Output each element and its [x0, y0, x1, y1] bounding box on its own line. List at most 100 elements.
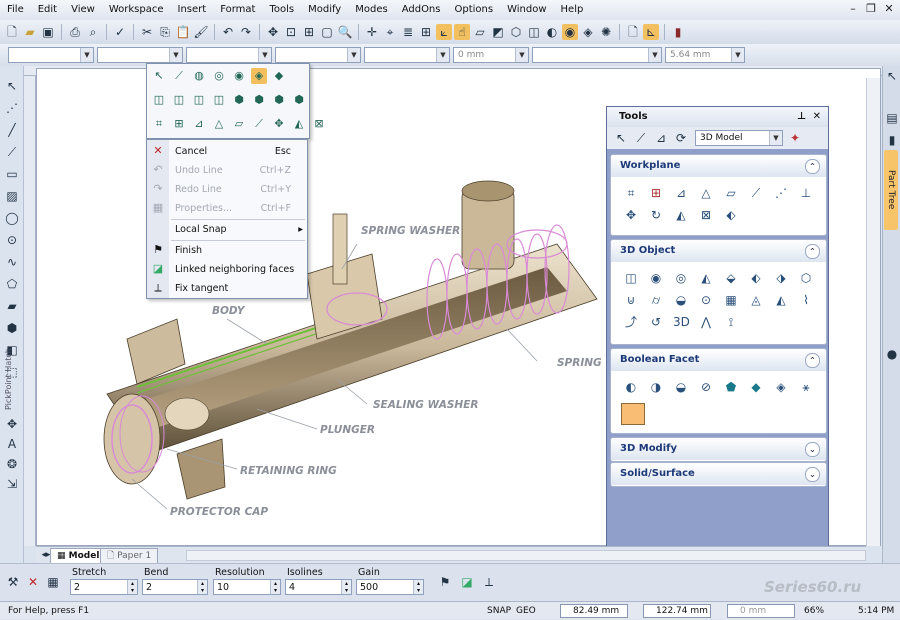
dimension-icon[interactable]: ⇲	[4, 476, 20, 492]
text3d-icon[interactable]: 3D	[673, 314, 690, 330]
new-file-icon[interactable]: 🗋	[4, 24, 20, 40]
menu-modify[interactable]: Modify	[301, 0, 348, 20]
collapse-icon[interactable]: ⌃	[805, 353, 820, 368]
menu-item-fix-tangent[interactable]: ⟂ Fix tangent	[147, 279, 309, 298]
menu-view[interactable]: View	[64, 0, 102, 20]
copy-icon[interactable]: ⎘	[157, 24, 173, 40]
minimize-icon[interactable]: –	[846, 2, 860, 16]
shading-icon[interactable]: ◐	[544, 24, 560, 40]
grid-icon[interactable]: ⊞	[418, 24, 434, 40]
cube-iso3-icon[interactable]: ⬢	[271, 92, 287, 108]
shade-icon[interactable]: ◍	[191, 68, 207, 84]
fill-select[interactable]: ▼	[532, 47, 662, 63]
workplane-plane-icon[interactable]: ▱	[723, 185, 739, 201]
shade-2-icon[interactable]: ◎	[211, 68, 227, 84]
redo-icon[interactable]: ↷	[238, 24, 254, 40]
section-header[interactable]: Workplane ⌃	[611, 155, 826, 177]
tool-options-icon[interactable]: ⚒	[5, 574, 21, 590]
cylinder-icon[interactable]: ⌭	[648, 292, 664, 308]
close-icon[interactable]: ✕	[882, 2, 896, 16]
snap-indicator[interactable]: SNAP	[487, 602, 511, 620]
polyhedron-icon[interactable]: ⬡	[798, 270, 814, 286]
pyramid-icon[interactable]: ⬖	[748, 270, 764, 286]
spiral-icon[interactable]: ⌇	[798, 292, 814, 308]
pick-face-icon[interactable]: ⊿	[653, 130, 669, 146]
cube-iso4-icon[interactable]: ⬢	[291, 92, 307, 108]
isolines-field[interactable]: 4 ▴ ▾	[285, 579, 352, 595]
pick-icon[interactable]: ↖	[151, 68, 167, 84]
spring-icon[interactable]: ⟟	[723, 314, 739, 330]
cube-back-icon[interactable]: ◫	[211, 92, 227, 108]
dish-icon[interactable]: ◒	[673, 292, 689, 308]
checkered-flag-icon[interactable]: ⚑	[437, 574, 453, 590]
menu-modes[interactable]: Modes	[348, 0, 394, 20]
tools-options-icon[interactable]: ✦	[787, 130, 803, 146]
tangent-icon[interactable]: ⟂	[481, 574, 497, 590]
lineweight-select[interactable]: ▼	[275, 47, 361, 63]
tools-panel-titlebar[interactable]: Tools ⊥ ✕	[607, 107, 828, 127]
workplane-plane-icon[interactable]: ▱	[231, 116, 247, 132]
polyline-icon[interactable]: ⟋	[4, 144, 20, 160]
facet-4-icon[interactable]: ⚹	[798, 379, 814, 395]
expand-icon[interactable]: ⌄	[805, 442, 820, 457]
workplane-face-icon[interactable]: ⊞	[171, 116, 187, 132]
cube-iso2-icon[interactable]: ⬢	[251, 92, 267, 108]
cube-iso-icon[interactable]: ⬢	[231, 92, 247, 108]
transform-icon[interactable]: ✥	[4, 416, 20, 432]
box-icon[interactable]: ◫	[526, 24, 542, 40]
mesh-icon[interactable]: ▦	[723, 292, 739, 308]
render-icon[interactable]: ◈	[251, 68, 267, 84]
menu-item-undo-line[interactable]: ↶ Undo Line Ctrl+Z	[147, 161, 309, 180]
cube-front-icon[interactable]: ◫	[151, 92, 167, 108]
horizontal-scrollbar[interactable]	[186, 550, 866, 561]
slice-icon[interactable]: ⊘	[698, 379, 714, 395]
snap-icon[interactable]: ⌖	[382, 24, 398, 40]
menu-item-linked-faces[interactable]: ◪ Linked neighboring faces	[147, 260, 309, 279]
workplane-icon[interactable]: ▱	[472, 24, 488, 40]
hatch-icon[interactable]: ▨	[4, 188, 20, 204]
render-icon[interactable]: ◉	[562, 24, 578, 40]
coordinate-icon[interactable]: ⟀	[436, 24, 452, 40]
subtract-icon[interactable]: ◑	[648, 379, 664, 395]
collapse-icon[interactable]: ⌃	[805, 159, 820, 174]
bend-field[interactable]: 2 ▴ ▾	[142, 579, 208, 595]
save-icon[interactable]: ▣	[40, 24, 56, 40]
workplane-edge-icon[interactable]: ⊿	[191, 116, 207, 132]
zoom-all-icon[interactable]: ⊞	[301, 24, 317, 40]
pen-select[interactable]: ▼	[364, 47, 450, 63]
print-preview-icon[interactable]: ⌕	[85, 24, 101, 40]
width-field[interactable]: 5.64 mm ▼	[665, 47, 745, 63]
wedge-icon[interactable]: ⬙	[723, 270, 739, 286]
curve-icon[interactable]: ∿	[4, 254, 20, 270]
geo-indicator[interactable]: GEO	[516, 602, 536, 620]
cone-icon[interactable]: ◭	[698, 270, 714, 286]
cube-top-icon[interactable]: ◫	[171, 92, 187, 108]
workplane-move-icon[interactable]: ✥	[271, 116, 287, 132]
vertical-scrollbar[interactable]	[866, 78, 880, 546]
refresh-icon[interactable]: ⟳	[673, 130, 689, 146]
workplane-grid-icon[interactable]: ⊠	[698, 207, 714, 223]
align-icon[interactable]: ◩	[490, 24, 506, 40]
page-icon[interactable]: 🗋	[625, 24, 641, 40]
spell-check-icon[interactable]: ✓	[112, 24, 128, 40]
workplane-3point-icon[interactable]: ⋰	[773, 185, 789, 201]
restore-icon[interactable]: ❐	[864, 2, 878, 16]
line-icon[interactable]: ╱	[4, 122, 20, 138]
workplane-point-icon[interactable]: △	[211, 116, 227, 132]
pin-icon[interactable]: ⊥	[797, 107, 806, 127]
pick-edge-icon[interactable]: ⟋	[633, 130, 649, 146]
workplane-move-icon[interactable]: ✥	[623, 207, 639, 223]
workplane-edge-icon[interactable]: ⊿	[673, 185, 689, 201]
menu-item-finish[interactable]: ⚑ Finish	[147, 241, 309, 260]
material-icon[interactable]: ◈	[580, 24, 596, 40]
menu-item-properties[interactable]: ▦ Properties... Ctrl+F	[147, 199, 309, 218]
workplane-flip-icon[interactable]: ◭	[673, 207, 689, 223]
workplane-rotate-icon[interactable]: ◭	[291, 116, 307, 132]
menu-window[interactable]: Window	[500, 0, 553, 20]
cut-icon[interactable]: ✂	[139, 24, 155, 40]
print-icon[interactable]: ⎙	[67, 24, 83, 40]
menu-item-redo-line[interactable]: ↷ Redo Line Ctrl+Y	[147, 180, 309, 199]
ring-icon[interactable]: ⊙	[698, 292, 714, 308]
menu-file[interactable]: File	[0, 0, 31, 20]
workplane-normal-icon[interactable]: ⊥	[798, 185, 814, 201]
